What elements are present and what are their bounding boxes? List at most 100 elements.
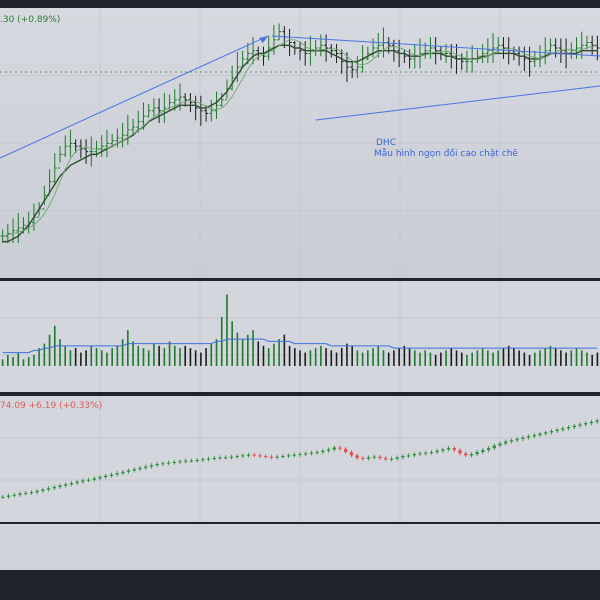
index-candle	[178, 461, 182, 463]
index-candle	[184, 460, 188, 462]
index-candle	[252, 454, 256, 456]
index-panel[interactable]: 74.09 +6.19 (+0.33%)	[0, 396, 600, 522]
index-candle	[58, 485, 62, 487]
index-candle	[326, 449, 331, 451]
index-candle	[469, 454, 474, 456]
index-candle	[35, 490, 39, 493]
index-candle	[132, 469, 136, 471]
index-candle	[166, 462, 171, 464]
index-candle	[338, 447, 342, 449]
index-candle	[412, 454, 416, 456]
index-legend: 74.09 +6.19 (+0.33%)	[0, 401, 103, 411]
index-candle	[406, 455, 411, 457]
index-candle	[429, 452, 434, 454]
index-candle	[115, 473, 119, 475]
index-candle	[452, 448, 456, 451]
index-candle	[218, 457, 222, 459]
index-candle	[201, 459, 205, 461]
volume-chart-svg[interactable]	[0, 281, 600, 392]
index-candle	[212, 458, 216, 460]
index-candle	[235, 456, 239, 458]
index-candle	[532, 434, 536, 437]
index-candle	[589, 421, 594, 424]
index-candle	[441, 449, 445, 451]
annotation-ticker: DHC	[376, 138, 396, 148]
index-candle	[126, 470, 131, 472]
index-candle	[64, 484, 68, 486]
index-candle	[109, 474, 114, 476]
trendline-arrowhead	[259, 36, 268, 43]
index-candle	[1, 496, 5, 498]
index-candle	[281, 456, 285, 458]
price-panel[interactable]: .30 (+0.89%) DHC Mẫu hình ngọn đồi cao c…	[0, 8, 600, 278]
index-candle	[12, 494, 16, 496]
index-candle	[258, 455, 262, 457]
index-candle	[229, 456, 234, 458]
index-candle	[446, 448, 451, 450]
index-candle	[18, 493, 22, 495]
index-candle	[372, 456, 376, 458]
volume-panel[interactable]	[0, 281, 600, 392]
volume-grid	[0, 281, 600, 392]
index-candle	[275, 456, 279, 458]
index-candle	[492, 445, 496, 449]
index-candle	[458, 450, 462, 454]
index-candle	[555, 429, 559, 432]
index-candle	[161, 463, 165, 465]
index-candle	[361, 458, 365, 460]
index-candle	[464, 453, 468, 456]
index-candle	[572, 425, 576, 428]
index-candle	[86, 479, 91, 481]
index-candle	[315, 452, 319, 454]
index-candle	[538, 433, 542, 435]
index-candle	[515, 438, 519, 441]
index-candle	[104, 475, 108, 478]
index-candle	[149, 465, 154, 467]
index-candle	[121, 471, 125, 474]
chart-window: .30 (+0.89%) DHC Mẫu hình ngọn đồi cao c…	[0, 0, 600, 600]
index-candle	[578, 424, 582, 426]
index-candle	[366, 457, 371, 459]
index-candle	[46, 488, 51, 490]
index-candle	[286, 455, 291, 457]
index-candle	[424, 452, 428, 454]
index-candle	[98, 477, 102, 479]
annotation-pattern: Mẫu hình ngọn đồi cao chặt chẽ	[374, 149, 518, 159]
index-candle	[332, 447, 336, 450]
index-candle	[498, 443, 502, 446]
index-candle	[138, 467, 142, 470]
index-candle	[206, 458, 211, 460]
index-candle	[172, 461, 176, 463]
index-candle	[595, 420, 599, 422]
price-legend: .30 (+0.89%)	[0, 15, 61, 25]
index-candle	[561, 428, 565, 430]
index-candle	[526, 436, 531, 438]
index-candle	[321, 450, 325, 453]
index-candle	[401, 456, 405, 458]
index-candle	[144, 466, 148, 468]
index-candle	[418, 453, 422, 455]
index-candle	[29, 492, 34, 494]
index-candle	[309, 452, 314, 454]
index-candle	[304, 453, 308, 455]
index-candle	[584, 423, 588, 425]
trendline-lower	[315, 85, 600, 121]
index-candle	[344, 448, 348, 453]
index-candle	[264, 456, 268, 458]
index-candle	[189, 460, 194, 462]
index-candle	[544, 432, 548, 434]
index-candle	[224, 457, 228, 459]
bottom-frame	[0, 570, 600, 600]
index-chart-svg[interactable]	[0, 396, 600, 522]
index-candle	[155, 463, 159, 466]
index-candle	[389, 458, 394, 460]
index-candle	[75, 481, 79, 484]
index-candle	[269, 456, 274, 458]
index-candle	[92, 478, 96, 480]
index-candle	[355, 455, 359, 459]
index-candle	[475, 452, 479, 455]
index-candle	[435, 450, 439, 453]
price-chart-svg[interactable]	[0, 8, 600, 278]
empty-panel[interactable]	[0, 524, 600, 570]
index-candle	[241, 455, 245, 457]
